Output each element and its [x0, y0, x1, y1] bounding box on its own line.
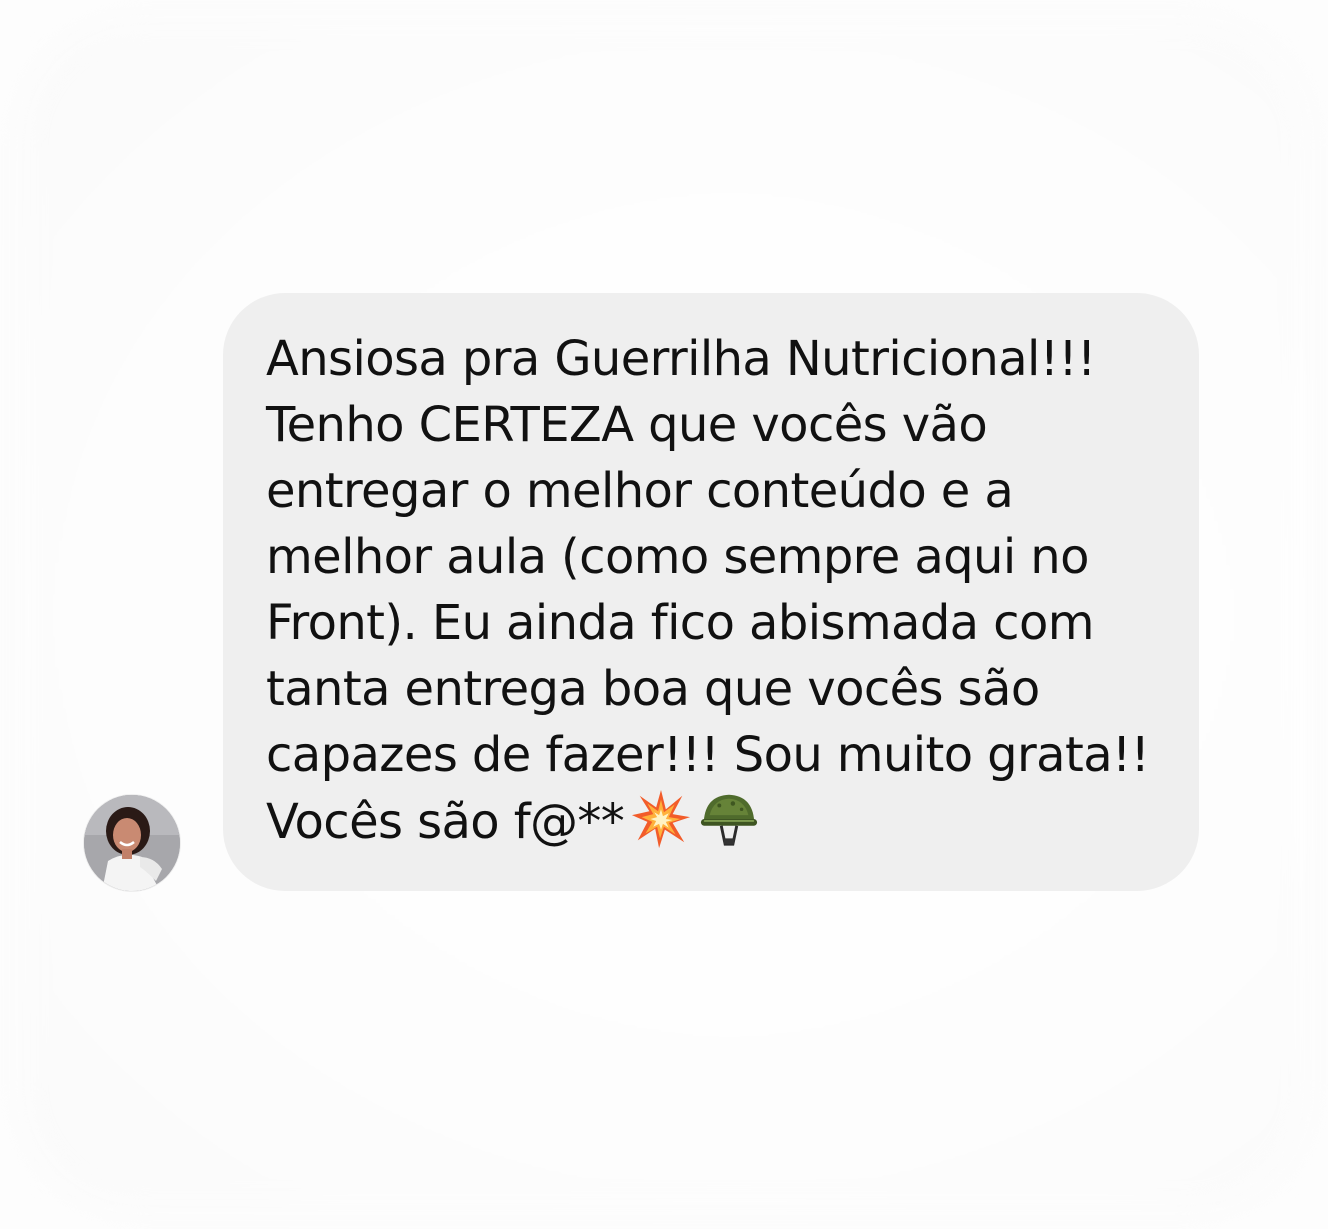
collision-icon	[630, 788, 692, 850]
message-line: Ansiosa pra Guerrilha Nutricional!!!	[266, 331, 1096, 387]
message-row: Ansiosa pra Guerrilha Nutricional!!! Ten…	[84, 293, 1200, 891]
military-helmet-icon	[698, 788, 760, 850]
message-line: capazes de fazer!!! Sou muito grata!!	[266, 727, 1150, 783]
message-line-last: Vocês são f@**	[266, 788, 1159, 855]
message-line: Tenho CERTEZA que vocês vão	[266, 397, 988, 453]
message-bubble[interactable]: Ansiosa pra Guerrilha Nutricional!!! Ten…	[223, 293, 1199, 891]
avatar-photo	[84, 795, 180, 891]
avatar[interactable]	[84, 795, 180, 891]
message-line: Front). Eu ainda fico abismada com	[266, 595, 1094, 651]
message-text: Ansiosa pra Guerrilha Nutricional!!! Ten…	[266, 326, 1159, 855]
message-line: melhor aula (como sempre aqui no	[266, 529, 1089, 585]
message-line-text: Vocês são f@**	[266, 794, 625, 850]
message-line: tanta entrega boa que vocês são	[266, 661, 1040, 717]
message-line: entregar o melhor conteúdo e a	[266, 463, 1014, 519]
